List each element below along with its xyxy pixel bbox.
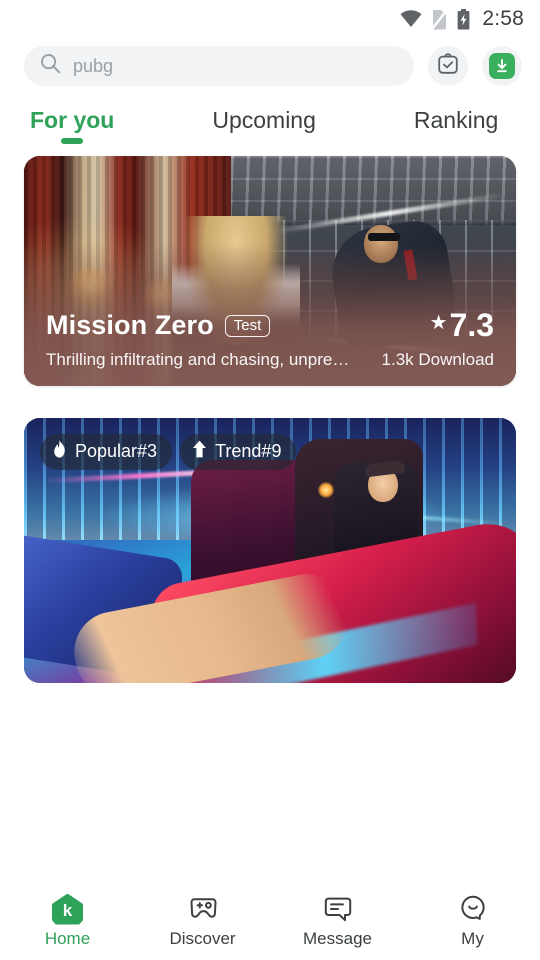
status-bar: 2:58 [0, 0, 540, 38]
nav-item-discover-label: Discover [169, 929, 236, 948]
star-icon: ★ [429, 312, 448, 334]
tab-upcoming[interactable]: Upcoming [206, 107, 322, 144]
nav-item-message[interactable]: Message [270, 894, 405, 949]
battery-charging-icon [457, 8, 470, 30]
wifi-icon [400, 10, 422, 28]
tab-active-indicator [61, 137, 84, 144]
downloads-button[interactable] [482, 46, 522, 86]
tasks-clipboard-icon [436, 52, 460, 81]
badge-trend-label: Trend#9 [215, 441, 282, 461]
game-card-mission-zero[interactable]: Mission Zero Test ★ 7.3 Thrilling infilt… [24, 156, 516, 386]
tasks-button[interactable] [428, 46, 468, 86]
badge-trend: Trend#9 [180, 434, 297, 470]
game-download-count: 1.3k Download [381, 350, 494, 369]
status-badge: Test [224, 314, 271, 337]
game-rating: ★ 7.3 [430, 309, 494, 341]
game-title: Mission Zero [46, 310, 214, 340]
nav-item-home[interactable]: k Home [0, 893, 135, 949]
search-input-value: pubg [73, 55, 114, 76]
nav-item-message-label: Message [303, 929, 372, 948]
game-description: Thrilling infiltrating and chasing, unpr… [46, 350, 350, 369]
tab-for-you[interactable]: For you [24, 107, 120, 144]
game-rating-value: 7.3 [449, 307, 494, 343]
profile-face-icon [459, 894, 487, 924]
nav-item-my-label: My [461, 929, 484, 948]
game-card-info: Mission Zero Test ★ 7.3 Thrilling infilt… [24, 309, 516, 386]
downloads-icon [489, 53, 515, 79]
category-tabs: For you Upcoming Ranking [0, 94, 540, 156]
tab-upcoming-label: Upcoming [212, 106, 316, 133]
search-icon [40, 53, 61, 79]
badge-popular: Popular#3 [40, 434, 173, 470]
status-bar-time: 2:58 [482, 7, 524, 30]
arrow-up-icon [192, 440, 207, 463]
nav-item-home-label: Home [44, 929, 91, 948]
tab-for-you-label: For you [30, 106, 115, 133]
nav-item-discover[interactable]: Discover [135, 894, 270, 949]
no-sim-icon [431, 8, 449, 30]
tab-ranking-label: Ranking [413, 106, 499, 133]
search-input[interactable]: pubg [24, 46, 414, 86]
tab-ranking[interactable]: Ranking [408, 107, 504, 144]
search-row: pubg [0, 38, 540, 94]
chat-bubble-icon [324, 894, 352, 924]
bottom-navigation: k Home Discover Message My [0, 883, 540, 960]
card-badges: Popular#3 Trend#9 [40, 434, 297, 470]
badge-popular-label: Popular#3 [75, 441, 158, 461]
nav-item-my[interactable]: My [405, 894, 540, 949]
game-card-second[interactable]: Popular#3 Trend#9 [24, 418, 516, 683]
game-feed: Mission Zero Test ★ 7.3 Thrilling infilt… [0, 156, 540, 683]
gamepad-icon [187, 894, 219, 924]
home-k-icon: k [52, 893, 83, 925]
fire-icon [52, 440, 67, 463]
